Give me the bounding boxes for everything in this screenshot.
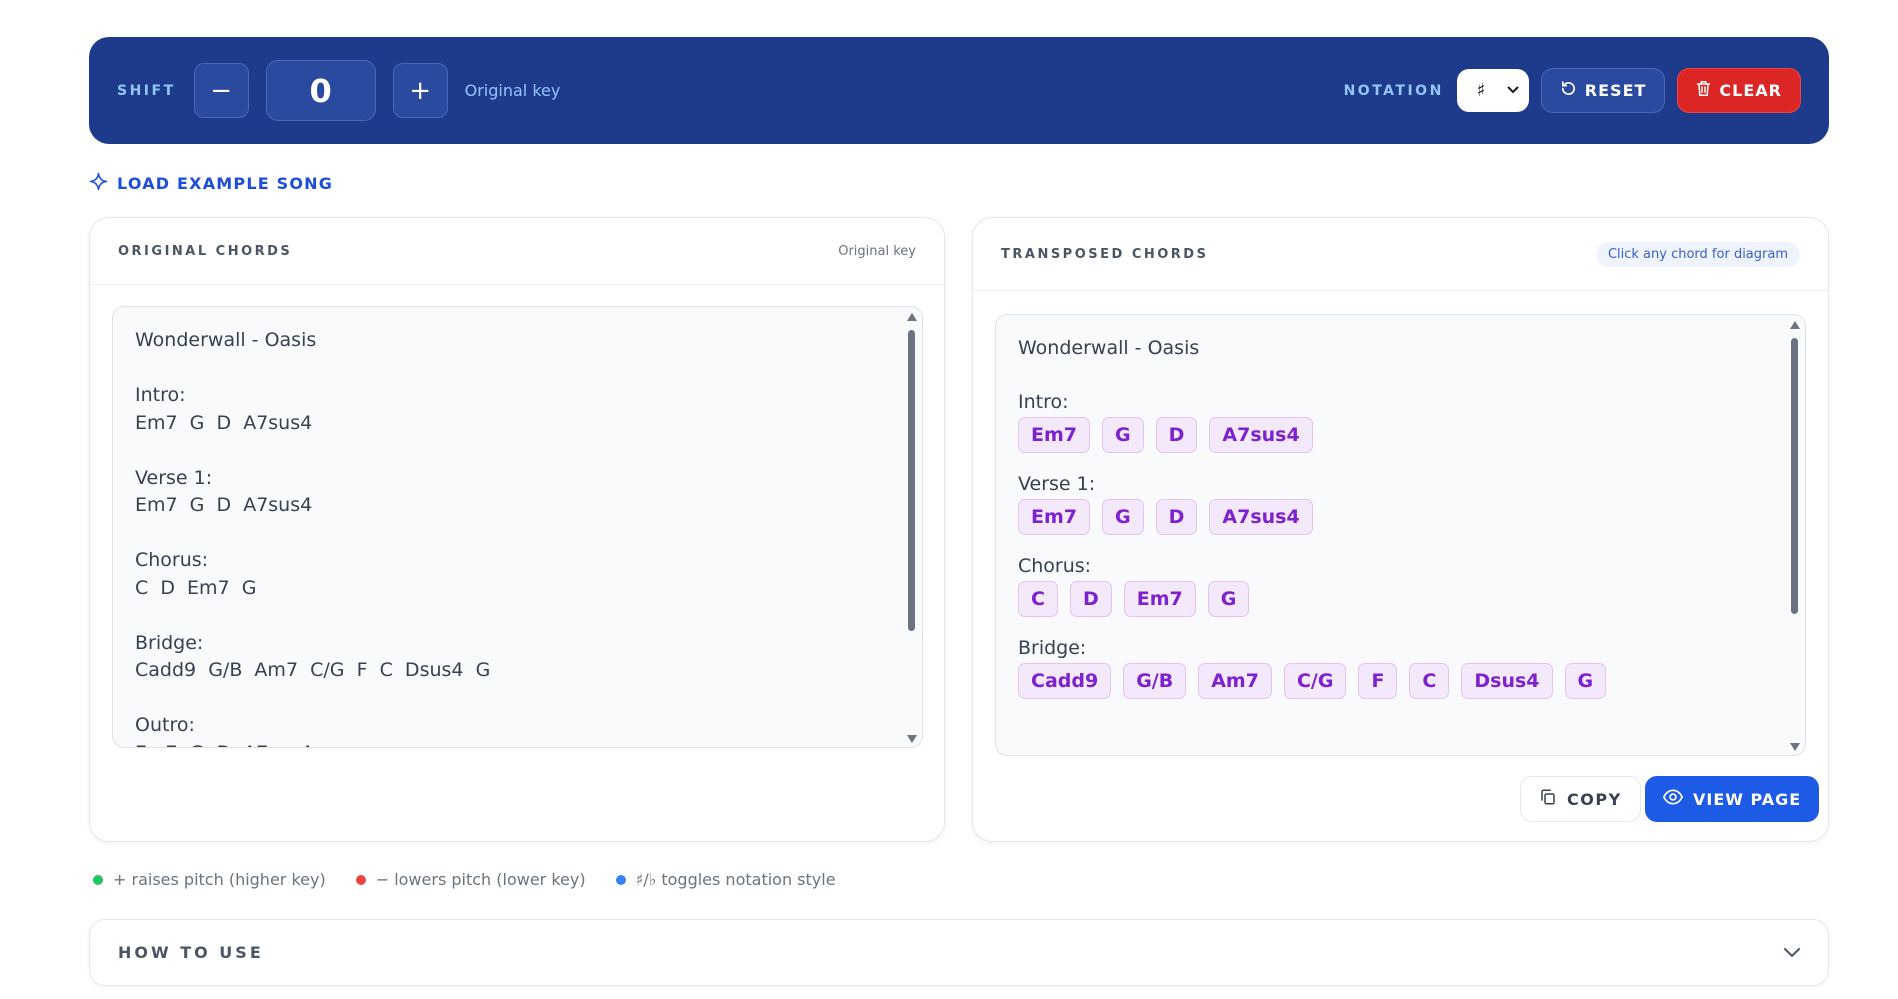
chord-chip[interactable]: C (1018, 581, 1058, 617)
chord-chip[interactable]: C (1409, 663, 1450, 699)
chord-chip[interactable]: G (1102, 417, 1144, 453)
legend-dot-icon (355, 874, 366, 885)
chord-chip[interactable]: A7sus4 (1209, 499, 1313, 535)
chord-section: Verse 1: Em7 G D A7sus4 (1018, 471, 1783, 535)
copy-label: COPY (1567, 789, 1622, 809)
scroll-down-arrow-icon[interactable] (907, 735, 917, 743)
transposed-panel-header: TRANSPOSED CHORDS Click any chord for di… (973, 218, 1828, 291)
notation-select[interactable]: ♯ (1456, 69, 1529, 112)
chord-section: Chorus: C D Em7 G (1018, 553, 1783, 617)
chord-chip[interactable]: G/B (1123, 663, 1187, 699)
view-page-button[interactable]: VIEW PAGE (1645, 776, 1820, 822)
load-example-button[interactable]: LOAD EXAMPLE SONG (89, 172, 333, 195)
sparkle-icon (89, 172, 108, 195)
transpose-toolbar: SHIFT − 0 + Original key NOTATION ♯ RESE… (89, 37, 1829, 144)
chord-chip[interactable]: Em7 (1123, 581, 1196, 617)
chord-chip[interactable]: F (1358, 663, 1398, 699)
copy-icon (1539, 788, 1557, 810)
chord-row: Em7 G D A7sus4 (1018, 417, 1783, 453)
section-name: Chorus: (1018, 555, 1092, 577)
chord-chip[interactable]: A7sus4 (1209, 417, 1313, 453)
legend: + raises pitch (higher key) − lowers pitc… (93, 870, 836, 889)
original-scrollbar[interactable] (906, 313, 918, 743)
chord-chip[interactable]: G (1102, 499, 1144, 535)
transposed-chords-panel: TRANSPOSED CHORDS Click any chord for di… (972, 217, 1829, 842)
shift-label: SHIFT (117, 82, 176, 99)
eye-icon (1662, 789, 1684, 809)
scroll-thumb[interactable] (908, 330, 915, 631)
trash-icon (1696, 80, 1711, 101)
transposed-scrollbar[interactable] (1789, 321, 1801, 751)
legend-text: − lowers pitch (lower key) (375, 870, 586, 889)
original-chords-panel: ORIGINAL CHORDS Original key Wonderwall … (89, 217, 945, 842)
reset-label: RESET (1584, 81, 1647, 100)
shift-value: 0 (265, 60, 376, 121)
chord-row: Em7 G D A7sus4 (1018, 499, 1783, 535)
original-chords-input[interactable]: Wonderwall - Oasis Intro: Em7 G D A7sus4… (112, 306, 923, 748)
scroll-thumb[interactable] (1791, 338, 1798, 614)
chord-chip[interactable]: Cadd9 (1018, 663, 1112, 699)
section-name: Bridge: (1018, 637, 1087, 659)
scroll-up-arrow-icon[interactable] (907, 313, 917, 321)
chord-chip[interactable]: Em7 (1018, 499, 1090, 535)
chord-section: Bridge: Cadd9 G/B Am7 C/G F C Dsus4 G (1018, 635, 1783, 699)
transposed-output: Wonderwall - Oasis Intro: Em7 G D A7sus4 Vers… (995, 314, 1806, 756)
chevron-down-icon (1784, 943, 1800, 962)
reset-icon (1560, 80, 1577, 101)
how-to-use-accordion[interactable]: HOW TO USE (89, 919, 1829, 986)
notation-label: NOTATION (1343, 82, 1444, 99)
section-name: Intro: (1018, 391, 1069, 413)
clear-button[interactable]: CLEAR (1677, 68, 1801, 113)
key-status: Original key (464, 81, 561, 100)
scroll-down-arrow-icon[interactable] (1790, 743, 1800, 751)
legend-item: + raises pitch (higher key) (93, 870, 326, 889)
clear-label: CLEAR (1719, 81, 1782, 100)
shift-down-button[interactable]: − (193, 63, 249, 118)
original-panel-header: ORIGINAL CHORDS Original key (90, 218, 944, 285)
copy-button[interactable]: COPY (1520, 776, 1641, 822)
chord-chip[interactable]: G (1207, 581, 1250, 617)
chord-chip[interactable]: G (1564, 663, 1607, 699)
chord-chip[interactable]: D (1069, 581, 1112, 617)
scroll-up-arrow-icon[interactable] (1790, 321, 1800, 329)
chord-chip[interactable]: Em7 (1018, 417, 1090, 453)
notation-selected-value: ♯ (1476, 80, 1486, 101)
chevron-down-icon (1507, 83, 1519, 98)
section-name: Verse 1: (1018, 473, 1096, 495)
shift-up-button[interactable]: + (392, 63, 448, 118)
chord-row: C D Em7 G (1018, 581, 1783, 617)
song-title: Wonderwall - Oasis (1018, 337, 1200, 359)
chord-chip[interactable]: Dsus4 (1461, 663, 1553, 699)
chord-chip[interactable]: Am7 (1198, 663, 1272, 699)
reset-button[interactable]: RESET (1540, 68, 1666, 113)
chord-chip[interactable]: C/G (1283, 663, 1347, 699)
legend-item: ♯/♭ toggles notation style (615, 870, 836, 889)
original-chords-text: Wonderwall - Oasis Intro: Em7 G D A7sus4… (135, 329, 491, 747)
original-panel-title: ORIGINAL CHORDS (118, 243, 293, 259)
legend-text: + raises pitch (higher key) (113, 870, 326, 889)
transposer-page: SHIFT − 0 + Original key NOTATION ♯ RESE… (0, 0, 1898, 999)
chord-row: Cadd9 G/B Am7 C/G F C Dsus4 G (1018, 663, 1783, 699)
legend-item: − lowers pitch (lower key) (355, 870, 586, 889)
how-to-use-title: HOW TO USE (118, 943, 264, 962)
legend-dot-icon (93, 874, 103, 885)
transposed-panel-title: TRANSPOSED CHORDS (1001, 246, 1209, 262)
chord-diagram-hint: Click any chord for diagram (1595, 241, 1800, 267)
chord-section: Intro: Em7 G D A7sus4 (1018, 389, 1783, 453)
chord-chip[interactable]: D (1155, 499, 1198, 535)
load-example-label: LOAD EXAMPLE SONG (117, 174, 334, 193)
chord-chip[interactable]: D (1155, 417, 1198, 453)
original-key-note: Original key (838, 243, 916, 259)
view-page-label: VIEW PAGE (1693, 789, 1802, 809)
legend-text: ♯/♭ toggles notation style (635, 870, 836, 889)
legend-dot-icon (615, 874, 626, 885)
